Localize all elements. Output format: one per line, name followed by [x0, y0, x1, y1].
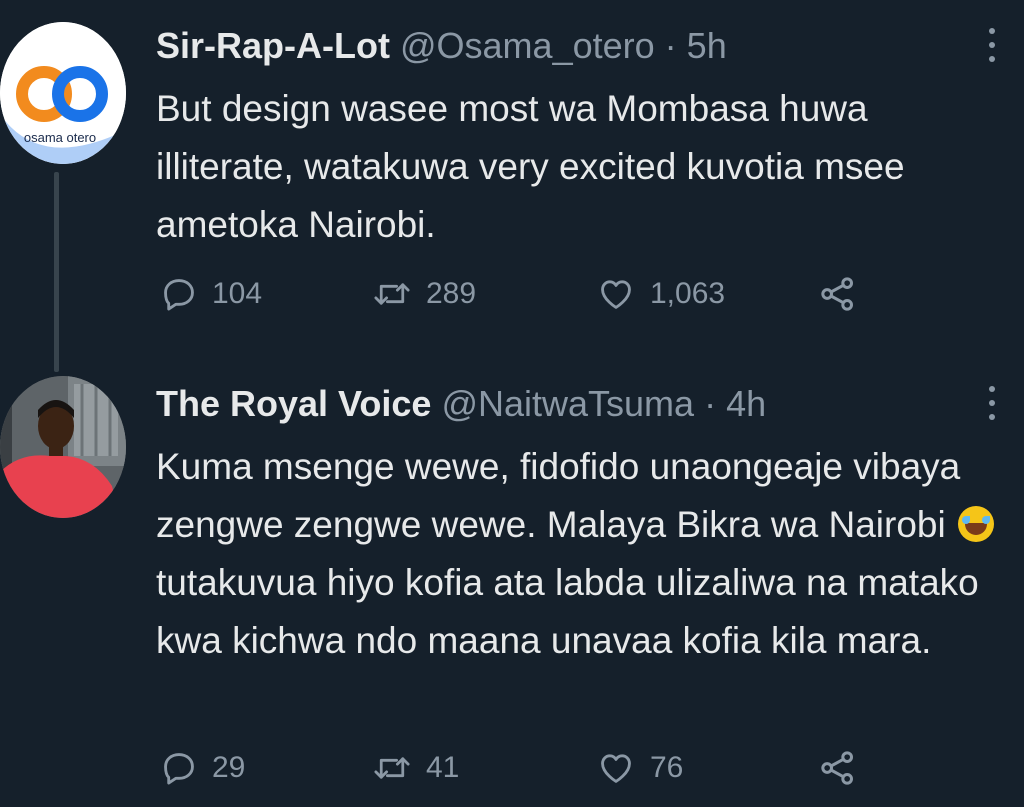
handle[interactable]: @Osama_otero — [400, 25, 655, 66]
tweet-text: Kuma msenge wewe, fidofido unaongeaje vi… — [156, 438, 1006, 670]
tweet-actions: 104 289 1,063 — [160, 272, 880, 316]
reply-count: 104 — [212, 277, 263, 310]
tweet-text-part: Kuma msenge wewe, fidofido unaongeaje vi… — [156, 446, 961, 545]
separator: · — [664, 25, 677, 66]
reply-button[interactable]: 104 — [160, 272, 372, 316]
display-name[interactable]: Sir-Rap-A-Lot — [156, 25, 390, 66]
tweet-text-part: tutakuvua hiyo kofia ata labda ulizaliwa… — [156, 562, 979, 661]
reply-icon — [164, 279, 194, 311]
like-button[interactable]: 76 — [596, 746, 818, 790]
avatar[interactable] — [0, 376, 126, 518]
tweet-header: The Royal Voice @NaitwaTsuma · 4h — [156, 382, 766, 426]
reply-count: 29 — [212, 751, 246, 784]
retweet-count: 41 — [426, 751, 460, 784]
handle[interactable]: @NaitwaTsuma — [441, 383, 694, 424]
timestamp[interactable]: 5h — [687, 25, 727, 66]
separator: · — [704, 383, 717, 424]
face-with-tears-of-joy-emoji — [957, 506, 994, 542]
profile-photo — [0, 376, 126, 518]
share-icon — [821, 277, 853, 311]
retweet-icon — [374, 757, 410, 779]
like-button[interactable]: 1,063 — [596, 272, 818, 316]
retweet-button[interactable]: 41 — [372, 746, 596, 790]
display-name[interactable]: The Royal Voice — [156, 383, 431, 424]
share-button[interactable] — [818, 746, 858, 790]
tweet-header: Sir-Rap-A-Lot @Osama_otero · 5h — [156, 24, 727, 68]
tweet-actions: 29 41 76 — [160, 746, 880, 790]
avatar[interactable]: osama otero — [0, 22, 126, 164]
reply-icon — [164, 753, 194, 785]
retweet-count: 289 — [426, 277, 477, 310]
osama-otero-logo: osama otero — [0, 22, 126, 164]
timestamp[interactable]: 4h — [726, 383, 766, 424]
thread-line — [54, 172, 59, 372]
more-options-icon[interactable] — [986, 386, 998, 420]
tweet[interactable]: The Royal Voice @NaitwaTsuma · 4h Kuma m… — [0, 370, 1024, 807]
like-count: 76 — [650, 751, 684, 784]
tweet-text: But design wasee most wa Mombasa huwa il… — [156, 88, 905, 245]
like-count: 1,063 — [650, 277, 726, 310]
svg-text:osama otero: osama otero — [24, 130, 96, 145]
share-icon — [821, 751, 853, 785]
like-icon — [601, 280, 631, 309]
more-options-icon[interactable] — [986, 28, 998, 62]
retweet-button[interactable]: 289 — [372, 272, 596, 316]
retweet-icon — [374, 283, 410, 305]
tweet[interactable]: osama otero Sir-Rap-A-Lot @Osama_otero ·… — [0, 0, 1024, 372]
like-icon — [601, 754, 631, 783]
reply-button[interactable]: 29 — [160, 746, 372, 790]
share-button[interactable] — [818, 272, 858, 316]
